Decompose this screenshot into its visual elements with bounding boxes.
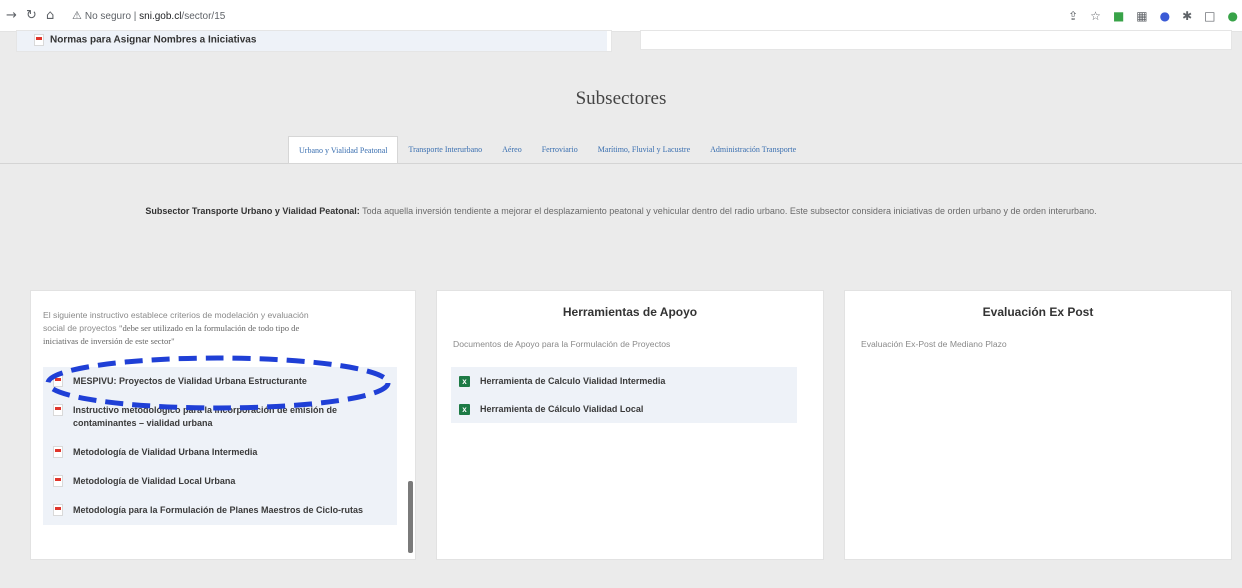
excel-file-icon: x [459, 403, 470, 415]
browser-toolbar: → ↻ ⌂ ⚠ No seguro | sni.gob.cl/sector/15 … [0, 0, 1242, 32]
previous-panel-right [640, 30, 1232, 50]
card-scrollbar-thumb[interactable] [408, 481, 413, 553]
intro-line: social de proyectos "debe ser utilizado … [43, 323, 300, 333]
warning-icon: ⚠ [72, 9, 82, 22]
tab-transporte-interurbano[interactable]: Transporte Interurbano [398, 136, 492, 164]
tab-ferroviario[interactable]: Ferroviario [532, 136, 588, 164]
pdf-file-icon [53, 404, 63, 416]
tool-label: Herramienta de Calculo Vialidad Intermed… [480, 376, 666, 386]
methodologies-card: El siguiente instructivo establece crite… [30, 290, 416, 560]
forward-arrow-icon[interactable]: → [6, 8, 17, 24]
bookmark-star-icon[interactable]: ☆ [1090, 8, 1101, 24]
url-path: /sector/15 [181, 11, 226, 22]
url-host: sni.gob.cl [139, 11, 182, 22]
subsector-description: Subsector Transporte Urbano y Vialidad P… [0, 206, 1242, 216]
puzzle-icon[interactable]: ✱ [1182, 8, 1192, 24]
expost-mediano-plazo-link[interactable]: Evaluación Ex-Post de Mediano Plazo [861, 339, 1007, 349]
methodologies-intro: El siguiente instructivo establece crite… [43, 309, 388, 348]
tool-list: x Herramienta de Calculo Vialidad Interme… [451, 367, 797, 423]
profile-icon[interactable]: ● [1228, 8, 1238, 24]
security-label: No seguro [84, 11, 132, 22]
intro-line: El siguiente instructivo establece crite… [43, 310, 309, 320]
pdf-file-icon [53, 446, 63, 458]
share-icon[interactable]: ⇪ [1068, 8, 1078, 24]
doc-label: Instructivo metodológico para la incorpo… [73, 405, 338, 428]
intro-line: iniciativas de inversión de este sector" [43, 336, 175, 346]
extension-blue-icon[interactable]: ● [1160, 8, 1170, 24]
description-label: Subsector Transporte Urbano y Vialidad P… [145, 206, 360, 216]
methodology-doc-list: MESPIVU: Proyectos de Vialidad Urbana Es… [43, 367, 397, 525]
tab-aereo[interactable]: Aéreo [492, 136, 532, 164]
window-icon[interactable]: □ [1204, 8, 1215, 24]
doc-label: Metodología de Vialidad Urbana Intermedi… [73, 447, 258, 457]
doc-label: Metodología de Vialidad Local Urbana [73, 476, 236, 486]
tab-administracion-transporte[interactable]: Administración Transporte [700, 136, 806, 164]
tab-maritimo-fluvial-lacustre[interactable]: Marítimo, Fluvial y Lacustre [588, 136, 700, 164]
doc-vialidad-urbana-intermedia[interactable]: Metodología de Vialidad Urbana Intermedi… [43, 438, 397, 467]
home-icon[interactable]: ⌂ [46, 8, 54, 24]
tool-calculo-vialidad-intermedia[interactable]: x Herramienta de Calculo Vialidad Interme… [451, 367, 797, 395]
doc-mespivu[interactable]: MESPIVU: Proyectos de Vialidad Urbana Es… [43, 367, 397, 396]
expost-title: Evaluación Ex Post [982, 305, 1094, 319]
reload-icon[interactable]: ↻ [26, 8, 37, 24]
subsector-tabs: Urbano y Vialidad Peatonal Transporte In… [288, 136, 806, 164]
extension-icons: ⇪ ☆ ■ ▦ ● ✱ □ ● [1068, 8, 1238, 24]
doc-label: Metodología para la Formulación de Plane… [73, 505, 364, 515]
top-doc-label: Normas para Asignar Nombres a Iniciativa… [50, 34, 257, 46]
pdf-file-icon [53, 375, 63, 387]
support-tools-card: Herramientas de Apoyo Documentos de Apoy… [436, 290, 824, 560]
support-tools-title: Herramientas de Apoyo [562, 305, 698, 319]
tool-label: Herramienta de Cálculo Vialidad Local [480, 404, 644, 414]
description-text: Toda aquella inversión tendiente a mejor… [362, 206, 1097, 216]
doc-label: MESPIVU: Proyectos de Vialidad Urbana Es… [73, 376, 307, 386]
subsectors-title: Subsectores [575, 88, 667, 109]
top-doc-link[interactable]: Normas para Asignar Nombres a Iniciativa… [34, 34, 256, 46]
support-tools-subtitle: Documentos de Apoyo para la Formulación … [453, 339, 671, 349]
extension-grid-icon[interactable]: ▦ [1136, 8, 1147, 24]
pdf-file-icon [34, 34, 44, 46]
address-bar[interactable]: ⚠ No seguro | sni.gob.cl/sector/15 [72, 8, 225, 25]
doc-instructivo-emision[interactable]: Instructivo metodológico para la incorpo… [43, 396, 397, 438]
excel-file-icon: x [459, 375, 470, 387]
doc-planes-ciclorutas[interactable]: Metodología para la Formulación de Plane… [43, 496, 397, 525]
extension-green-icon[interactable]: ■ [1113, 8, 1124, 24]
tool-calculo-vialidad-local[interactable]: x Herramienta de Cálculo Vialidad Local [451, 395, 797, 423]
expost-evaluation-card: Evaluación Ex Post Evaluación Ex-Post de… [844, 290, 1232, 560]
pdf-file-icon [53, 504, 63, 516]
pdf-file-icon [53, 475, 63, 487]
tab-urbano-vialidad-peatonal[interactable]: Urbano y Vialidad Peatonal [288, 136, 399, 164]
doc-vialidad-local-urbana[interactable]: Metodología de Vialidad Local Urbana [43, 467, 397, 496]
